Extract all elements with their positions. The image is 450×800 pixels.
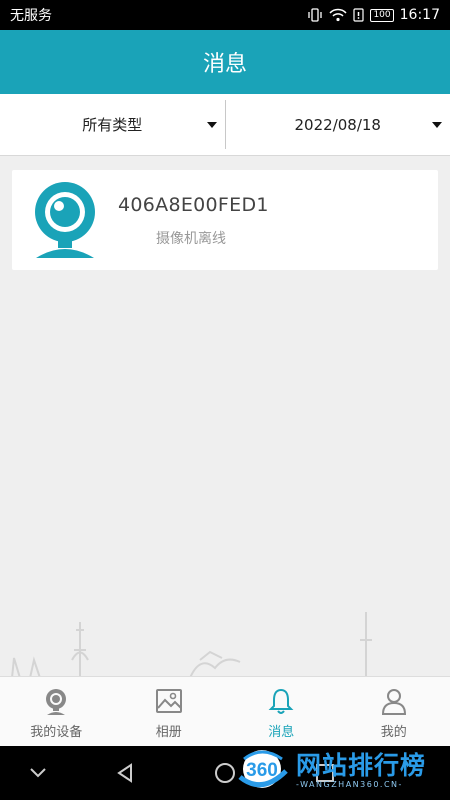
date-filter-dropdown[interactable]: 2022/08/18 bbox=[226, 94, 450, 155]
tab-my-devices[interactable]: 我的设备 bbox=[0, 677, 113, 746]
tab-label: 我的设备 bbox=[30, 725, 83, 740]
watermark-text: 网站排行榜 -WANGZHAN360.CN- bbox=[296, 750, 427, 789]
wifi-icon bbox=[329, 8, 347, 22]
dropdown-arrow-icon bbox=[432, 121, 442, 128]
bottom-tab-bar: 我的设备 相册 消息 我的 bbox=[0, 676, 450, 746]
carrier-text: 无服务 bbox=[10, 8, 52, 24]
type-filter-dropdown[interactable]: 所有类型 bbox=[0, 94, 225, 155]
watermark-number: 360 bbox=[246, 760, 278, 781]
tab-label: 相册 bbox=[155, 725, 182, 740]
status-icons: 100 16:17 bbox=[307, 7, 440, 23]
tab-messages[interactable]: 消息 bbox=[225, 677, 338, 746]
date-filter-label: 2022/08/18 bbox=[294, 115, 381, 134]
filter-bar: 所有类型 2022/08/18 bbox=[0, 94, 450, 156]
clock-text: 16:17 bbox=[399, 7, 440, 23]
cityscape-decoration bbox=[11, 612, 372, 678]
bell-icon bbox=[268, 688, 294, 714]
tab-me[interactable]: 我的 bbox=[338, 677, 450, 746]
device-icon bbox=[46, 689, 67, 715]
dropdown-arrow-icon bbox=[206, 121, 217, 128]
page-title: 消息 bbox=[202, 52, 247, 77]
back-icon[interactable] bbox=[114, 762, 136, 784]
chevron-down-icon[interactable] bbox=[28, 766, 48, 780]
page-header: 消息 bbox=[0, 30, 450, 94]
alert-sim-icon bbox=[353, 8, 365, 22]
device-id-text: 406A8E00FED1 bbox=[118, 194, 269, 216]
watermark-360-icon: 360 bbox=[234, 747, 292, 793]
type-filter-label: 所有类型 bbox=[82, 116, 143, 134]
status-bar: 无服务 100 16:17 bbox=[0, 0, 450, 30]
watermark-logo: 360 网站排行榜 -WANGZHAN360.CN- bbox=[234, 742, 444, 798]
tab-label: 消息 bbox=[268, 725, 295, 740]
home-icon[interactable] bbox=[214, 762, 236, 784]
watermark-en-text: -WANGZHAN360.CN- bbox=[296, 779, 403, 789]
tab-album[interactable]: 相册 bbox=[113, 677, 226, 746]
battery-indicator: 100 bbox=[370, 8, 394, 22]
vibrate-icon bbox=[308, 8, 323, 22]
tab-label: 我的 bbox=[380, 725, 407, 740]
list-item[interactable]: 406A8E00FED1 摄像机离线 bbox=[12, 170, 438, 270]
message-list: 406A8E00FED1 摄像机离线 bbox=[0, 156, 450, 676]
album-icon bbox=[155, 689, 182, 713]
message-status-text: 摄像机离线 bbox=[156, 231, 226, 247]
camera-icon bbox=[35, 182, 95, 258]
user-icon bbox=[381, 689, 406, 715]
watermark-cn-text: 网站排行榜 bbox=[296, 750, 427, 780]
